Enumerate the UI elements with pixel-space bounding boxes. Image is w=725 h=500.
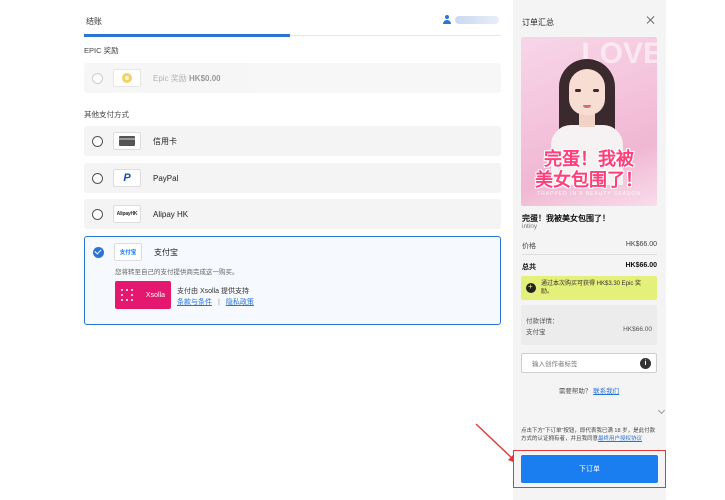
terms-link[interactable]: 条款与条件 <box>177 297 212 307</box>
price-row: 价格 HK$66.00 <box>522 241 657 251</box>
scroll-down-icon[interactable] <box>657 406 666 415</box>
total-row: 总共 HK$66.00 <box>522 262 657 272</box>
credit-card-logo <box>113 132 141 150</box>
alipay-label: 支付宝 <box>154 247 178 257</box>
reward-plus-icon <box>526 282 536 293</box>
credit-card-radio[interactable] <box>92 135 103 147</box>
xsolla-logo: Xsolla <box>115 281 171 309</box>
total-label: 总共 <box>522 264 536 271</box>
epic-reward-logo <box>113 69 141 87</box>
xsolla-logo-text: Xsolla <box>145 291 165 299</box>
order-summary-panel: 订单汇总 LOVE 完蛋！我被 美女包围了！ TRAPPED IN A BEAU… <box>513 0 666 500</box>
price-label: 价格 <box>522 243 536 250</box>
epic-reward-radio <box>92 72 103 84</box>
alipay-hk-logo: AlipayHK <box>113 205 141 223</box>
contact-us-link[interactable]: 联系我们 <box>593 388 619 395</box>
epic-reward-label: Epic 奖励 HK$0.00 <box>153 73 221 83</box>
checkout-tab-bar: 结账 <box>84 12 501 37</box>
payment-option-credit-card[interactable]: 信用卡 <box>84 126 501 156</box>
xsolla-dots-icon <box>121 289 133 301</box>
payment-details-line: 支付宝 HK$66.00 <box>526 326 652 336</box>
epic-reward-amount: HK$0.00 <box>189 73 221 83</box>
price-value: HK$66.00 <box>625 241 657 248</box>
game-cover-image: LOVE 完蛋！我被 美女包围了！ TRAPPED IN A BEAUTY SE… <box>521 37 657 206</box>
cover-title: 完蛋！我被 美女包围了！ <box>535 149 643 190</box>
place-order-button[interactable]: 下订单 <box>521 455 658 483</box>
help-row: 需要帮助？ 联系我们 <box>521 385 657 395</box>
creator-tag-input[interactable]: 输入创作者标签 i <box>521 353 657 373</box>
coin-icon <box>122 73 132 83</box>
xsolla-provider-text: 支付由 Xsolla 提供支持 <box>177 288 249 295</box>
alipay-radio-checked[interactable] <box>93 246 104 258</box>
checkout-panel: 结账 EPIC 奖励 Epic 奖励 HK$0.00 其他支付方式 信用卡 P … <box>80 0 505 500</box>
alipay-icon: 支付宝 <box>119 250 137 256</box>
page: 结账 EPIC 奖励 Epic 奖励 HK$0.00 其他支付方式 信用卡 P … <box>0 0 725 500</box>
account-indicator[interactable] <box>443 15 499 25</box>
info-icon[interactable]: i <box>640 358 651 369</box>
paypal-label: PayPal <box>153 173 179 183</box>
divider <box>522 254 657 255</box>
tab-checkout[interactable]: 结账 <box>86 16 102 27</box>
eula-link[interactable]: 最终用户授权协议 <box>598 436 642 442</box>
reward-text: 通过本次购买可获得 HK$3.30 Epic 奖励。 <box>541 281 642 295</box>
close-icon[interactable] <box>646 15 656 25</box>
legal-notice: 点击下方"下订单"按钮，即代表我已满 18 岁，是此付款方式的认证拥有者，并且我… <box>521 428 659 443</box>
redirect-note: 您将转至自己的支付提供商完成这一购买。 <box>115 269 239 276</box>
epic-rewards-section-label: EPIC 奖励 <box>84 46 119 55</box>
paypal-radio[interactable] <box>92 172 103 184</box>
paypal-logo: P <box>113 169 141 187</box>
payment-details-method: 支付宝 <box>526 329 546 336</box>
tab-progress-underline <box>84 34 290 37</box>
epic-reward-banner: 通过本次购买可获得 HK$3.30 Epic 奖励。 <box>521 276 657 300</box>
payment-details: 付款详情： 支付宝 HK$66.00 <box>521 305 657 345</box>
privacy-link[interactable]: 隐私政策 <box>226 297 254 307</box>
epic-reward-option: Epic 奖励 HK$0.00 <box>84 63 501 93</box>
payment-option-alipay-hk[interactable]: AlipayHK Alipay HK <box>84 199 501 229</box>
alipay-option-header: 支付宝 支付宝 <box>85 237 500 267</box>
credit-card-label: 信用卡 <box>153 136 177 146</box>
help-text: 需要帮助？ <box>558 388 592 395</box>
creator-tag-placeholder: 输入创作者标签 <box>532 361 578 368</box>
link-separator: | <box>218 298 220 306</box>
payment-details-title: 付款详情： <box>526 318 559 325</box>
alipay-hk-radio[interactable] <box>92 208 103 220</box>
user-icon <box>443 15 451 25</box>
order-summary-title: 订单汇总 <box>522 18 554 27</box>
payment-option-paypal[interactable]: P PayPal <box>84 163 501 193</box>
alipay-hk-icon: AlipayHK <box>116 211 138 217</box>
account-name-blurred <box>455 16 499 24</box>
credit-card-icon <box>119 136 135 146</box>
total-value: HK$66.00 <box>625 262 657 269</box>
payment-option-alipay-selected[interactable]: 支付宝 支付宝 您将转至自己的支付提供商完成这一购买。 Xsolla 支付由 X… <box>84 236 501 325</box>
alipay-logo: 支付宝 <box>114 243 142 261</box>
paypal-icon: P <box>123 172 131 184</box>
other-methods-section-label: 其他支付方式 <box>84 110 129 119</box>
xsolla-links: 条款与条件 | 隐私政策 <box>177 297 254 307</box>
alipay-hk-label: Alipay HK <box>153 209 189 219</box>
cover-subtitle: TRAPPED IN A BEAUTY SEASON <box>537 191 641 197</box>
developer-name: intiny <box>522 223 538 230</box>
payment-details-value: HK$66.00 <box>623 326 652 333</box>
